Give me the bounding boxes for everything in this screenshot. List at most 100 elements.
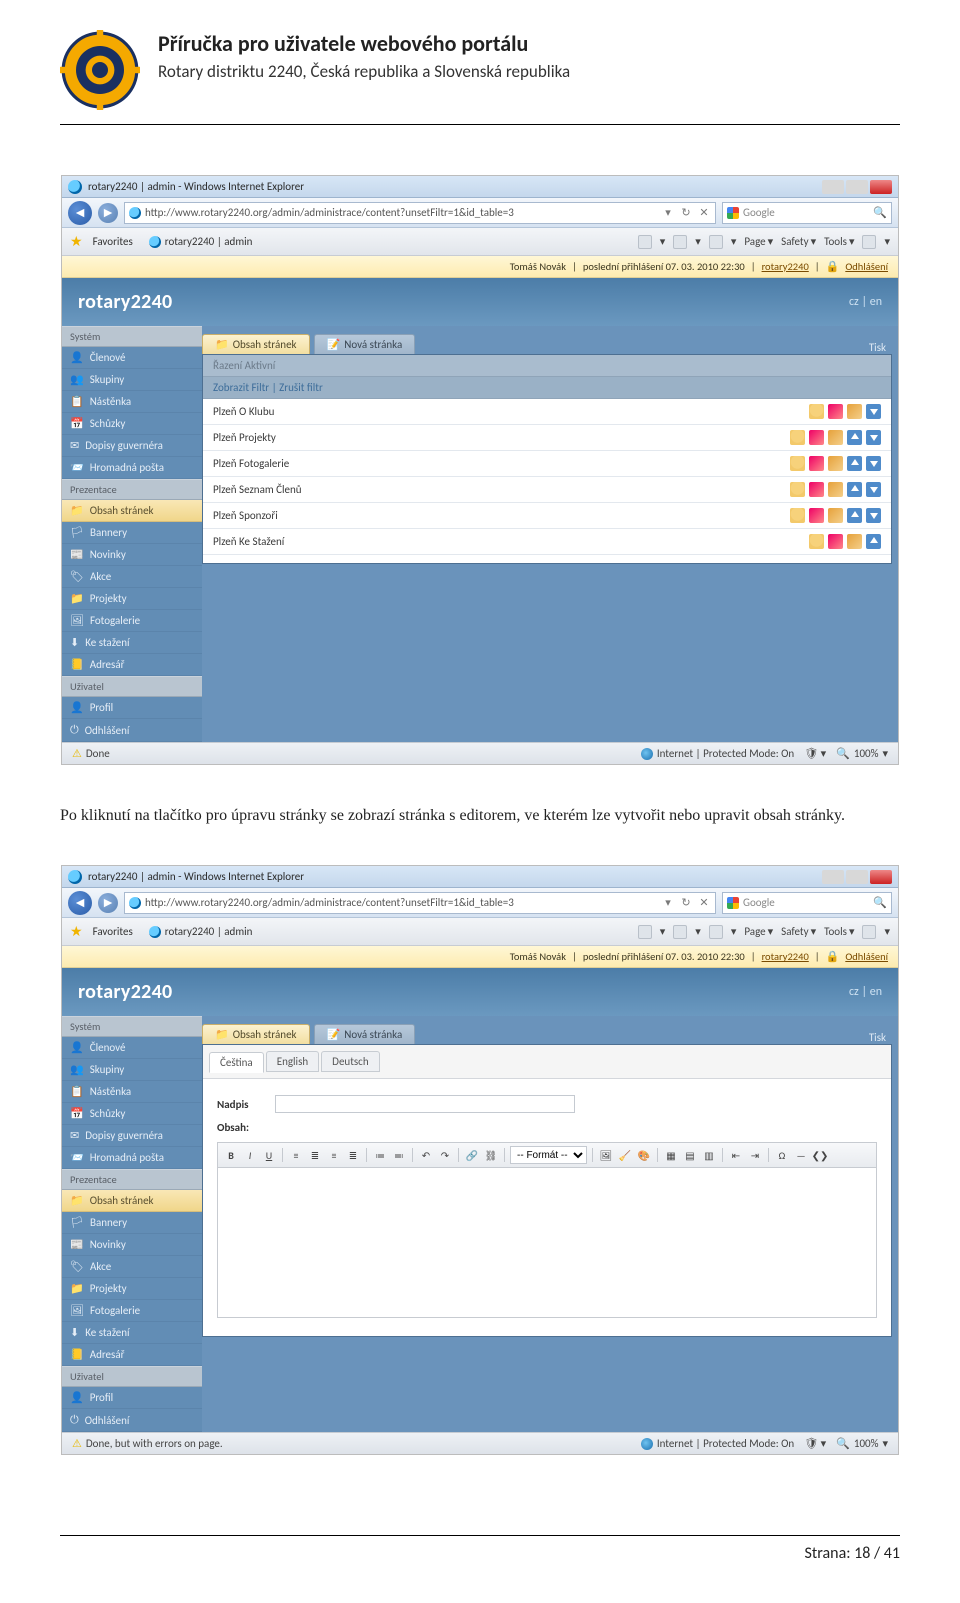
action-home[interactable]: [790, 482, 805, 497]
sidebar-item[interactable]: ✉Dopisy guvernéra: [62, 1125, 202, 1147]
window-close-button[interactable]: [870, 180, 892, 194]
home-icon[interactable]: [638, 925, 652, 939]
action-down[interactable]: [866, 482, 881, 497]
lang-switch[interactable]: cz | en: [849, 295, 882, 309]
sidebar-item[interactable]: 📰Novinky: [62, 544, 202, 566]
list-ol-button[interactable]: ≕: [391, 1147, 407, 1163]
action-down[interactable]: [866, 508, 881, 523]
sidebar-item[interactable]: 📒Adresář: [62, 1344, 202, 1366]
action-del[interactable]: [809, 482, 824, 497]
align-right-button[interactable]: ≡: [326, 1147, 342, 1163]
action-home[interactable]: [809, 404, 824, 419]
sidebar-item[interactable]: 👤Členové: [62, 1037, 202, 1059]
sidebar-item[interactable]: ⬇Ke stažení: [62, 632, 202, 654]
align-left-button[interactable]: ≡: [288, 1147, 304, 1163]
sidebar-item[interactable]: 📁Obsah stránek: [62, 1190, 202, 1212]
sidebar-item[interactable]: 🏷Akce: [62, 1256, 202, 1278]
address-bar[interactable]: http://www.rotary2240.org/admin/administ…: [124, 892, 716, 914]
sidebar-item[interactable]: 📅Schůzky: [62, 1103, 202, 1125]
list-ul-button[interactable]: ≔: [372, 1147, 388, 1163]
notice-logout[interactable]: Odhlášení: [845, 260, 888, 273]
help-icon[interactable]: [862, 235, 876, 249]
action-home[interactable]: [790, 456, 805, 471]
action-edit[interactable]: [828, 482, 843, 497]
action-down[interactable]: [866, 430, 881, 445]
notice-sitelink[interactable]: rotary2240: [762, 260, 809, 273]
sidebar-item[interactable]: 📨Hromadná pošta: [62, 457, 202, 479]
action-up[interactable]: [847, 430, 862, 445]
sidebar-item[interactable]: ⏻Odhlášení: [62, 719, 202, 742]
menu-safety[interactable]: Safety ▾: [781, 925, 816, 938]
feeds-icon[interactable]: [673, 235, 687, 249]
dropdown-icon[interactable]: ▾: [661, 206, 675, 220]
col-button[interactable]: ▥: [701, 1147, 717, 1163]
image-button[interactable]: 🖼: [598, 1147, 614, 1163]
search-box[interactable]: Google 🔍: [722, 202, 892, 224]
refresh-icon[interactable]: ↻: [679, 896, 693, 910]
stop-icon[interactable]: ✕: [697, 896, 711, 910]
sidebar-item[interactable]: 👥Skupiny: [62, 1059, 202, 1081]
sidebar-item[interactable]: 👤Členové: [62, 347, 202, 369]
zoom-control[interactable]: 🔍 100% ▾: [836, 1437, 888, 1450]
tab-nova-stranka[interactable]: 📝Nová stránka: [314, 334, 416, 354]
help-icon[interactable]: [862, 925, 876, 939]
stop-icon[interactable]: ✕: [697, 206, 711, 220]
favorites-star-icon[interactable]: ★: [70, 923, 83, 940]
sidebar-item[interactable]: 👤Profil: [62, 697, 202, 719]
address-bar[interactable]: http://www.rotary2240.org/admin/administ…: [124, 202, 716, 224]
table-button[interactable]: ▦: [663, 1147, 679, 1163]
filter-toggle[interactable]: Zobrazit Filtr | Zrušit filtr: [213, 381, 323, 394]
link-button[interactable]: 🔗: [464, 1147, 480, 1163]
action-edit[interactable]: [847, 404, 862, 419]
color-button[interactable]: 🎨: [636, 1147, 652, 1163]
window-minimize-button[interactable]: [822, 180, 844, 194]
input-nadpis[interactable]: [275, 1095, 575, 1113]
sidebar-item[interactable]: 🏷Akce: [62, 566, 202, 588]
cleanup-button[interactable]: 🧹: [617, 1147, 633, 1163]
menu-page[interactable]: Page ▾: [744, 235, 773, 248]
window-maximize-button[interactable]: [846, 870, 868, 884]
action-del[interactable]: [809, 430, 824, 445]
editor-textarea[interactable]: [217, 1168, 877, 1318]
mail-icon[interactable]: [709, 235, 723, 249]
back-button[interactable]: ◄: [68, 201, 92, 225]
menu-tools[interactable]: Tools ▾: [824, 235, 854, 248]
sidebar-item[interactable]: ⬇Ke stažení: [62, 1322, 202, 1344]
sidebar-item[interactable]: 👤Profil: [62, 1387, 202, 1409]
row-button[interactable]: ▤: [682, 1147, 698, 1163]
action-edit[interactable]: [828, 456, 843, 471]
action-up[interactable]: [866, 534, 881, 549]
lang-tab[interactable]: Deutsch: [321, 1051, 379, 1072]
sidebar-item[interactable]: 📁Projekty: [62, 1278, 202, 1300]
indent-button[interactable]: ⇥: [747, 1147, 763, 1163]
sidebar-item[interactable]: ✉Dopisy guvernéra: [62, 435, 202, 457]
sidebar-item[interactable]: 📨Hromadná pošta: [62, 1147, 202, 1169]
action-del[interactable]: [828, 404, 843, 419]
search-icon[interactable]: 🔍: [873, 206, 887, 219]
refresh-icon[interactable]: ↻: [679, 206, 693, 220]
action-home[interactable]: [790, 508, 805, 523]
lang-switch[interactable]: cz | en: [849, 985, 882, 999]
tab-obsah-stranek[interactable]: 📁Obsah stránek: [202, 334, 310, 354]
tab-obsah-stranek[interactable]: 📁Obsah stránek: [202, 1024, 310, 1044]
source-button[interactable]: ❮❯: [812, 1147, 828, 1163]
tab-nova-stranka[interactable]: 📝Nová stránka: [314, 1024, 416, 1044]
sidebar-item[interactable]: 📋Nástěnka: [62, 391, 202, 413]
action-down[interactable]: [866, 456, 881, 471]
unlink-button[interactable]: ⛓: [483, 1147, 499, 1163]
char-button[interactable]: Ω: [774, 1147, 790, 1163]
action-edit[interactable]: [828, 430, 843, 445]
outdent-button[interactable]: ⇤: [728, 1147, 744, 1163]
sidebar-item[interactable]: 📰Novinky: [62, 1234, 202, 1256]
window-minimize-button[interactable]: [822, 870, 844, 884]
lang-tab[interactable]: English: [266, 1051, 319, 1072]
sidebar-item[interactable]: 📒Adresář: [62, 654, 202, 676]
format-select[interactable]: -- Formát --: [510, 1146, 587, 1164]
forward-button[interactable]: ►: [98, 203, 118, 223]
notice-sitelink[interactable]: rotary2240: [762, 950, 809, 963]
sidebar-item[interactable]: 📋Nástěnka: [62, 1081, 202, 1103]
menu-tools[interactable]: Tools ▾: [824, 925, 854, 938]
action-del[interactable]: [828, 534, 843, 549]
sidebar-item[interactable]: 🖼Fotogalerie: [62, 1300, 202, 1322]
window-close-button[interactable]: [870, 870, 892, 884]
